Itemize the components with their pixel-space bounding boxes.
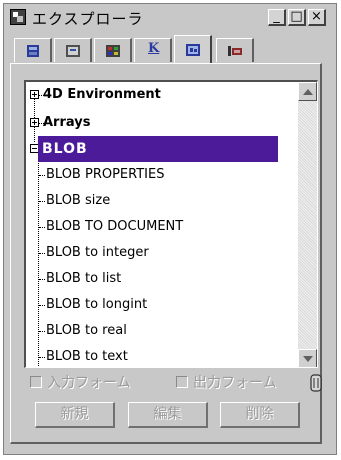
tree-item-label: BLOB to integer [46,245,149,260]
tab-constants[interactable]: K [134,38,172,62]
method-icon [106,45,120,57]
tree-item-label: 4D Environment [43,87,161,102]
picture-icon [186,44,200,56]
input-form-label: 入力フォーム [47,375,131,391]
minimize-button[interactable]: _ [268,9,286,26]
ruler-icon [228,46,242,56]
tree-item-blob-to-integer[interactable]: BLOB to integer [26,240,296,266]
tree-item-label: Arrays [43,115,91,130]
tree-item-label: BLOB to longint [46,297,148,312]
title-bar[interactable]: エクスプローラ _ □ × [4,4,336,32]
tree-item-blob-properties[interactable]: BLOB PROPERTIES [26,162,296,188]
tab-lists[interactable] [216,38,254,62]
tree-connector [39,175,45,176]
tree-item-4d-environment[interactable]: 4D Environment [26,82,296,108]
tree-item-blob-to-list[interactable]: BLOB to list [26,266,296,292]
tree-connector [39,253,45,254]
tree-connector [39,305,45,306]
scroll-up-button[interactable] [298,82,317,101]
tree-connector [39,227,45,228]
window-title: エクスプローラ [32,10,144,28]
tree-connector [39,357,45,358]
tree-item-blob[interactable]: BLOB [26,136,296,162]
arrow-up-icon [303,89,313,95]
new-button[interactable]: 新規 [35,402,115,428]
tree-item-label: BLOB PROPERTIES [46,167,165,182]
app-icon [10,9,26,25]
k-letter-icon: K [148,41,160,56]
tree-item-blob-to-longint[interactable]: BLOB to longint [26,292,296,318]
scroll-down-button[interactable] [298,349,317,367]
vertical-scrollbar[interactable] [298,82,317,367]
command-tree-list[interactable]: 4D Environment Arrays BLOB BLOB PROPERTI… [24,80,318,368]
table-icon [27,45,39,57]
tree-item-label: BLOB to list [46,271,122,286]
tree-item-label: BLOB [38,136,278,162]
input-form-checkbox[interactable] [30,376,42,388]
output-form-label: 出力フォーム [193,375,277,391]
edit-button[interactable]: 編集 [128,402,208,428]
tree-item-blob-to-text[interactable]: BLOB to text [26,344,296,367]
output-form-checkbox[interactable] [176,376,188,388]
tree-item-blob-size[interactable]: BLOB size [26,188,296,214]
tree-item-label: BLOB TO DOCUMENT [46,219,184,234]
tree-item-label: BLOB to real [46,323,127,338]
tree-item-arrays[interactable]: Arrays [26,110,296,136]
tab-forms[interactable] [54,38,92,62]
delete-button[interactable]: 削除 [220,402,300,428]
tree-item-blob-to-real[interactable]: BLOB to real [26,318,296,344]
tab-tables[interactable] [14,38,52,62]
tree-item-label: BLOB size [46,193,111,208]
maximize-button[interactable]: □ [288,9,306,26]
expand-icon[interactable] [30,90,39,99]
form-icon [66,45,80,57]
tree-item-label: BLOB to text [46,349,128,364]
tree-connector [39,331,45,332]
close-button[interactable]: × [308,9,326,26]
tab-methods[interactable] [94,38,132,62]
tree-connector [39,279,45,280]
tab-pictures[interactable] [174,35,212,63]
expand-icon[interactable] [30,118,39,127]
tree-item-blob-to-document[interactable]: BLOB TO DOCUMENT [26,214,296,240]
trash-icon[interactable] [310,374,322,392]
arrow-down-icon [303,356,313,362]
tree-connector [39,201,45,202]
